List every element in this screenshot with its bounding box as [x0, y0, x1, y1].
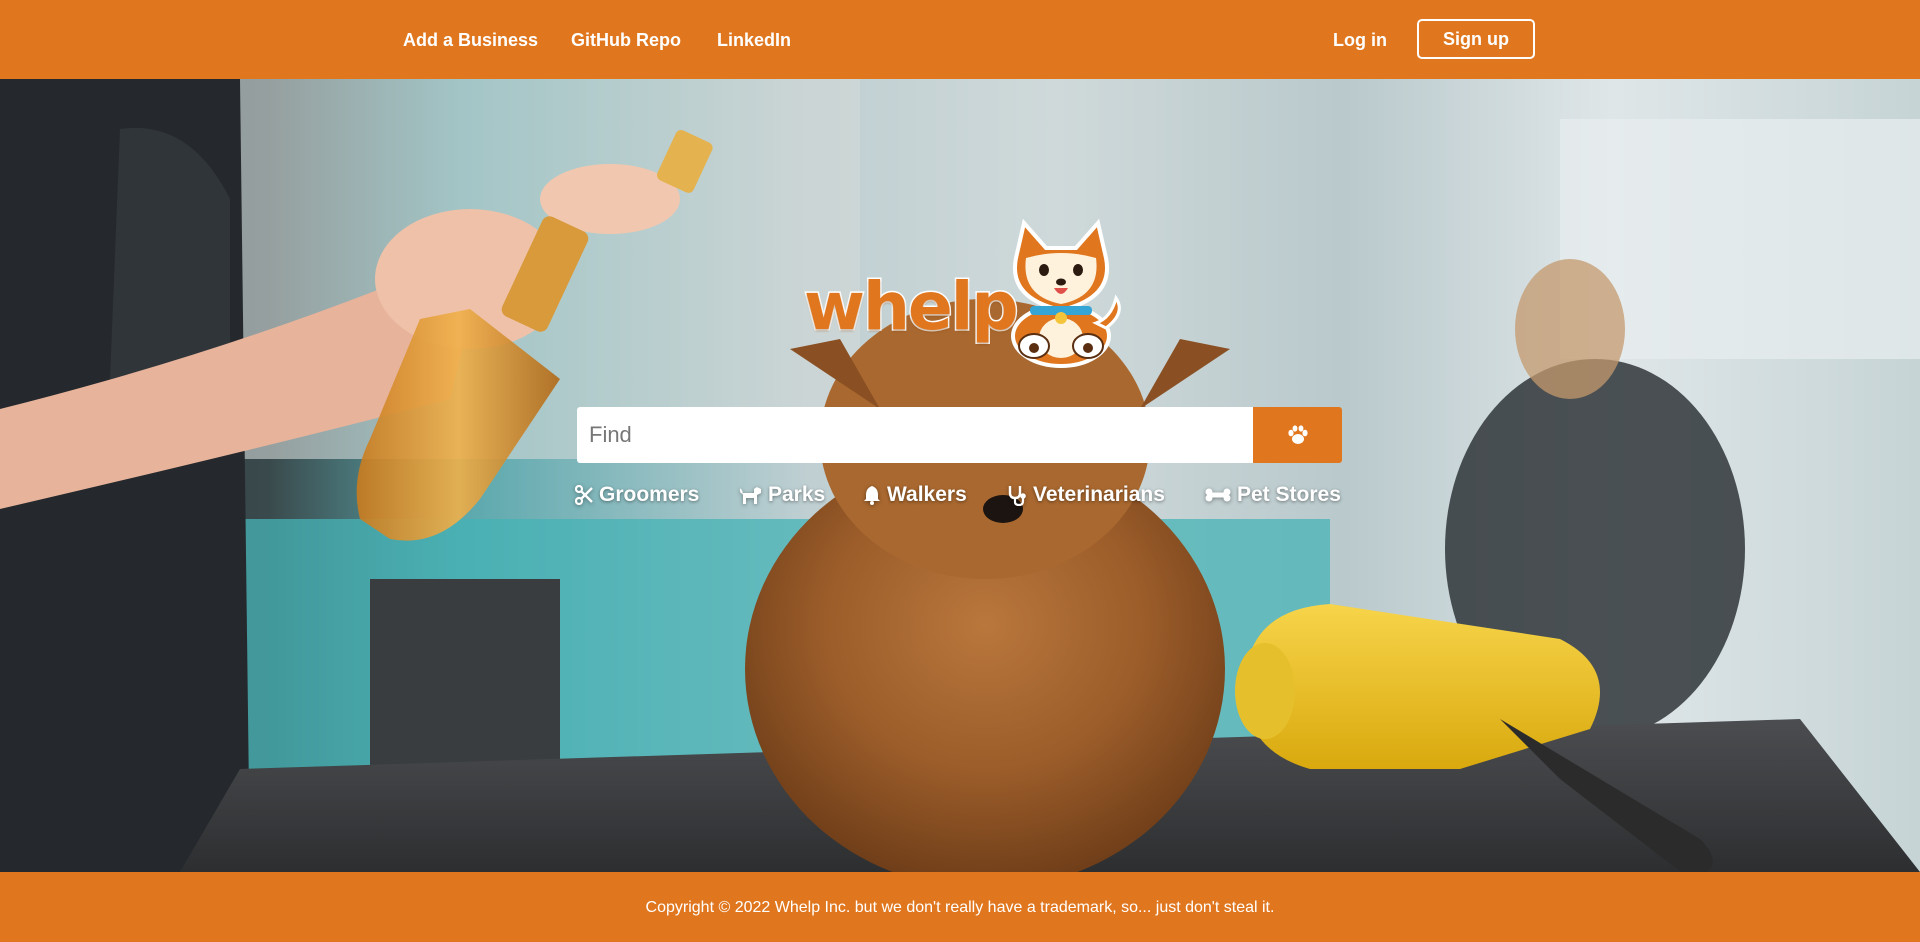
search-input[interactable]: [577, 407, 1253, 463]
search-bar: [577, 407, 1342, 463]
copyright-text: Copyright © 2022 Whelp Inc. but we don't…: [645, 899, 1275, 916]
shiba-dog-mascot-icon: [1011, 218, 1121, 368]
github-repo-link[interactable]: GitHub Repo: [571, 30, 681, 51]
category-walkers[interactable]: Walkers: [863, 483, 967, 507]
dog-icon: [740, 487, 761, 504]
hero-section: whelp Find Groomers Parks Walkers Veteri…: [0, 79, 1920, 872]
category-groomers[interactable]: Groomers: [575, 483, 699, 507]
category-veterinarians[interactable]: Veterinarians: [1007, 483, 1165, 507]
category-label: Pet Stores: [1237, 483, 1341, 506]
login-link[interactable]: Log in: [1333, 30, 1387, 51]
footer: Copyright © 2022 Whelp Inc. but we don't…: [0, 872, 1920, 942]
category-label: Walkers: [887, 483, 967, 506]
linkedin-link[interactable]: LinkedIn: [717, 30, 791, 51]
hero-background-photo: [0, 79, 1920, 872]
bone-icon: [1205, 488, 1231, 502]
add-business-link[interactable]: Add a Business: [403, 30, 538, 51]
paw-icon: [1287, 425, 1308, 444]
category-label: Groomers: [599, 483, 700, 506]
stethoscope-icon: [1008, 486, 1026, 506]
bell-icon: [864, 486, 880, 505]
category-parks[interactable]: Parks: [740, 483, 825, 507]
scissors-icon: [575, 485, 593, 505]
whelp-wordmark: whelp: [803, 267, 1021, 347]
whelp-logo: whelp: [800, 218, 1121, 368]
search-button[interactable]: [1253, 407, 1342, 463]
category-label: Veterinarians: [1033, 483, 1165, 506]
category-pet-stores[interactable]: Pet Stores: [1205, 483, 1341, 507]
category-label: Parks: [768, 483, 826, 506]
top-navbar: Add a Business GitHub Repo LinkedIn Log …: [0, 0, 1920, 79]
signup-button[interactable]: Sign up: [1417, 19, 1535, 59]
